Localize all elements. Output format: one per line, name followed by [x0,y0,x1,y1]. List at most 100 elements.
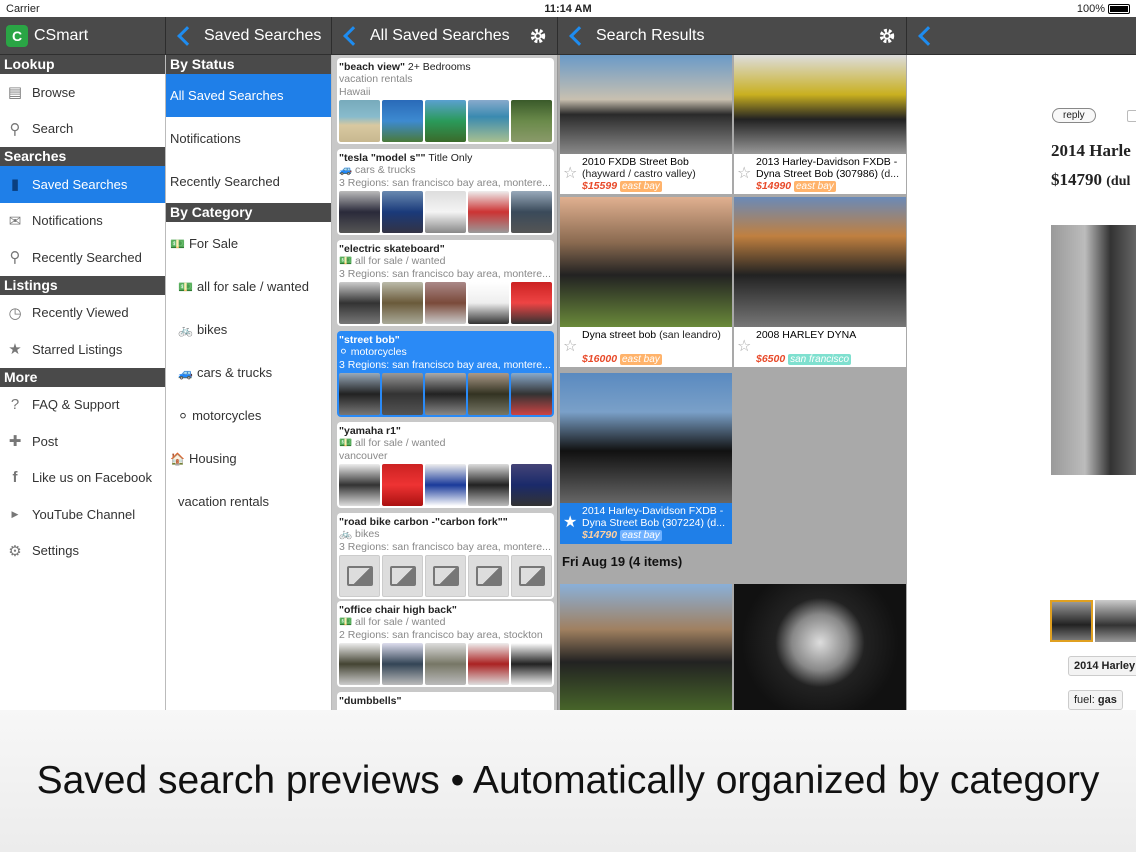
reply-button[interactable]: reply [1052,108,1096,123]
main-menu: Lookup ▤ Browse ⚲ Search Searches ▮ Saved S… [0,55,166,710]
category-cars-trucks[interactable]: 🚙 cars & trucks [166,351,331,394]
listing-photo [734,584,906,710]
region-badge: east bay [793,181,836,192]
star-icon[interactable]: ★ [563,515,577,531]
star-icon[interactable]: ☆ [737,166,751,182]
category-vacation-rentals[interactable]: vacation rentals [166,480,331,523]
category-all-for-sale[interactable]: 💵 all for sale / wanted [166,265,331,308]
bicycle-icon: 🚲 [339,528,355,540]
thumbnail [511,373,552,415]
menu-item-faq[interactable]: ? FAQ & Support [0,387,165,424]
result-item-selected[interactable]: ★ 2014 Harley-Davidson FXDB - Dyna Stree… [560,373,732,544]
menu-item-search[interactable]: ⚲ Search [0,111,165,148]
saved-search-card-selected[interactable]: "street bob" ⚪ motorcycles 3 Regions: sa… [337,331,554,417]
photo-thumbnail[interactable] [1095,600,1136,642]
search-region: 2 Regions: san francisco bay area, stock… [339,628,543,641]
search-query-line: "office chair high back" [339,604,552,616]
main-photo[interactable] [1051,225,1136,475]
preview-thumbs [339,555,552,597]
photo-thumbnail-selected[interactable] [1050,600,1093,642]
result-item[interactable]: ☆ 2010 FXDB Street Bob (hayward / castro… [560,55,732,194]
gear-icon[interactable] [529,27,547,45]
thumbnail [339,643,380,685]
search-region: 3 Regions: san francisco bay area, monte… [339,540,551,553]
all-saved-searches-header: All Saved Searches [332,17,558,55]
star-icon[interactable]: ☆ [563,166,577,182]
search-query: "electric skateboard" [339,243,445,255]
result-item[interactable]: ☆ Dyna street bob (san leandro) $16000 e… [560,197,732,367]
category-housing[interactable]: 🏠 Housing [166,437,331,480]
saved-search-card[interactable]: "office chair high back" 💵 all for sale … [337,601,554,687]
promo-caption-banner: Saved search previews • Automatically or… [0,710,1136,852]
status-label: Recently Searched [170,174,280,189]
money-icon: 💵 [178,279,193,294]
preview-thumbs [339,464,552,506]
saved-search-card[interactable]: "dumbbells" [337,692,554,710]
search-category: 🚲 bikes [339,528,552,541]
preview-thumbs [339,373,552,415]
status-item-recent[interactable]: Recently Searched [166,160,331,203]
search-results: ☆ 2010 FXDB Street Bob (hayward / castro… [558,55,907,710]
result-item[interactable] [560,584,732,710]
menu-label: YouTube Channel [32,506,136,522]
attr-label: fuel: [1074,694,1095,706]
menu-item-youtube[interactable]: ▶ YouTube Channel [0,496,165,533]
gear-icon[interactable] [878,27,896,45]
menu-label: Recently Searched [32,249,142,265]
saved-search-card[interactable]: "beach view" 2+ Bedrooms vacation rental… [337,58,554,144]
search-query-line: "street bob" [339,334,552,346]
listing-price: $16000 [582,353,618,365]
thumbnail [511,191,552,233]
category-motorcycles[interactable]: ⚪ motorcycles [166,394,331,437]
detail-header [907,17,1136,55]
col3-title: All Saved Searches [370,27,510,44]
listing-price: $14990 [756,180,792,192]
menu-item-browse[interactable]: ▤ Browse [0,74,165,111]
checkbox[interactable] [1127,110,1136,122]
star-icon[interactable]: ☆ [563,339,577,355]
status-bar: Carrier 11:14 AM 100% [0,0,1136,17]
menu-item-saved-searches[interactable]: ▮ Saved Searches [0,166,165,203]
search-filter: 2+ Bedrooms [407,61,471,73]
thumbnail [511,282,552,324]
result-item[interactable]: ☆ 2008 HARLEY DYNA $6500 san francisco [734,197,906,367]
category-label: For Sale [188,236,239,251]
col4-title: Search Results [596,27,705,44]
back-chevron-icon[interactable] [569,26,589,46]
result-item[interactable]: ☆ 2013 Harley-Davidson FXDB - Dyna Stree… [734,55,906,194]
menu-item-recently-searched[interactable]: ⚲ Recently Searched [0,239,165,276]
saved-search-card[interactable]: "tesla "model s"" Title Only 🚙 cars & tr… [337,149,554,235]
menu-label: Saved Searches [32,176,128,192]
saved-search-card[interactable]: "yamaha r1" 💵 all for sale / wanted vanc… [337,422,554,508]
result-item[interactable] [734,584,906,710]
category-bikes[interactable]: 🚲 bikes [166,308,331,351]
listing-title: 2014 Harley-Davidson FXDB - Dyna Street … [582,505,724,529]
listing-title: 2013 Harley-Davidson FXDB - Dyna Street … [756,156,898,180]
menu-label: Settings [32,543,79,559]
listing-location: (san leandro) [659,329,721,341]
back-chevron-icon[interactable] [918,26,938,46]
star-icon[interactable]: ☆ [737,339,751,355]
category-for-sale[interactable]: 💵 For Sale [166,222,331,265]
app-name: CSmart [34,27,89,44]
thumbnail [339,100,380,142]
menu-item-starred-listings[interactable]: ★ Starred Listings [0,331,165,368]
search-query-line: "yamaha r1" [339,425,552,437]
car-icon: 🚙 [339,164,355,176]
saved-search-card[interactable]: "road bike carbon -"carbon fork"" 🚲 bike… [337,513,554,599]
search-query: "dumbbells" [339,695,402,707]
menu-item-recently-viewed[interactable]: ◷ Recently Viewed [0,295,165,332]
search-region: vancouver [339,449,388,462]
status-item-all[interactable]: All Saved Searches [166,74,331,117]
menu-item-settings[interactable]: ⚙ Settings [0,533,165,570]
back-chevron-icon[interactable] [343,26,363,46]
menu-item-facebook[interactable]: f Like us on Facebook [0,460,165,497]
menu-item-post[interactable]: ✚ Post [0,423,165,460]
status-item-notifications[interactable]: Notifications [166,117,331,160]
back-chevron-icon[interactable] [177,26,197,46]
category-text: bikes [355,528,380,540]
search-category: ⚪ motorcycles [339,346,552,359]
menu-item-notifications[interactable]: ✉ Notifications [0,203,165,240]
saved-search-card[interactable]: "electric skateboard" 💵 all for sale / w… [337,240,554,326]
listing-price: $14790 [1051,170,1102,189]
